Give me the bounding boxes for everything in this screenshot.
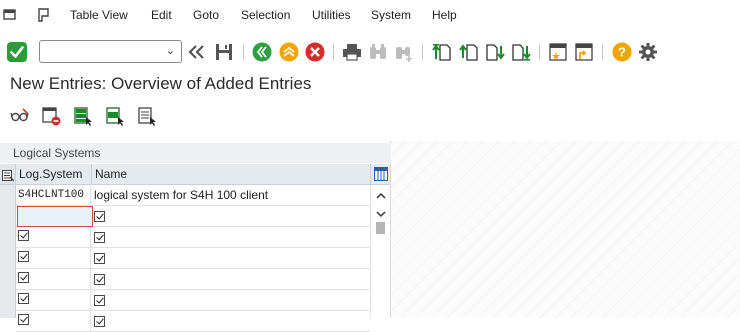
- last-page-icon[interactable]: [510, 41, 532, 63]
- page-title: New Entries: Overview of Added Entries: [10, 74, 312, 93]
- menu-table-view[interactable]: Table View: [70, 0, 128, 31]
- checkbox-icon: [94, 295, 105, 306]
- cell-log-system[interactable]: [16, 227, 91, 247]
- toolbar-separator: [422, 44, 423, 60]
- create-session-icon[interactable]: [547, 41, 569, 63]
- back-double-icon[interactable]: [186, 41, 208, 63]
- command-field[interactable]: ⌄: [39, 40, 182, 63]
- save-icon[interactable]: [213, 41, 235, 63]
- cell-name[interactable]: logical system for S4H 100 client: [92, 185, 370, 205]
- menu-utilities[interactable]: Utilities: [312, 0, 351, 31]
- vertical-scrollbar[interactable]: [370, 185, 390, 318]
- cell-name[interactable]: [92, 248, 370, 268]
- cell-name[interactable]: [92, 269, 370, 289]
- cell-log-system[interactable]: S4HCLNT100: [16, 185, 91, 205]
- menu-help[interactable]: Help: [432, 0, 457, 31]
- cell-name[interactable]: [92, 227, 370, 247]
- cell-name[interactable]: [92, 290, 370, 310]
- column-header-name[interactable]: Name: [92, 164, 370, 185]
- row-selector-column[interactable]: [0, 185, 16, 318]
- toolbar-separator: [602, 44, 603, 60]
- menu-system[interactable]: System: [371, 0, 411, 31]
- table-row: [16, 248, 370, 269]
- find-icon[interactable]: [367, 41, 389, 63]
- checkbox-icon: [18, 293, 29, 304]
- help-icon[interactable]: ?: [611, 41, 633, 63]
- deselect-all-icon[interactable]: [136, 105, 158, 127]
- select-block-icon[interactable]: [104, 105, 126, 127]
- active-input-cell[interactable]: [17, 206, 93, 227]
- column-header-log-system[interactable]: Log.System: [16, 164, 92, 185]
- generate-shortcut-icon[interactable]: [573, 41, 595, 63]
- next-page-icon[interactable]: [484, 41, 506, 63]
- checkbox-icon: [18, 314, 29, 325]
- table-row: [16, 290, 370, 311]
- cell-log-system[interactable]: [16, 311, 91, 331]
- empty-area: [391, 141, 740, 318]
- menu-toggle-icon[interactable]: [2, 7, 18, 23]
- delete-icon[interactable]: [40, 105, 62, 127]
- menubar: Table View Edit Goto Selection Utilities…: [0, 0, 740, 31]
- table-row: [16, 227, 370, 248]
- cell-name[interactable]: [92, 206, 370, 226]
- checkbox-icon: [94, 232, 105, 243]
- checkbox-icon: [18, 272, 29, 283]
- toolbar-separator: [333, 44, 334, 60]
- enter-icon[interactable]: [6, 41, 28, 63]
- checkbox-icon: [94, 253, 105, 264]
- cell-log-system[interactable]: [16, 269, 91, 289]
- print-icon[interactable]: [341, 41, 363, 63]
- scroll-up-icon[interactable]: [376, 189, 386, 203]
- application-toolbar: [0, 105, 200, 129]
- menu-selection[interactable]: Selection: [241, 0, 290, 31]
- menu-edit[interactable]: Edit: [151, 0, 172, 31]
- table-title: Logical Systems: [0, 143, 391, 163]
- scroll-down-icon[interactable]: [376, 207, 386, 221]
- find-next-icon[interactable]: [393, 41, 415, 63]
- checkbox-icon: [94, 211, 105, 222]
- cell-log-system[interactable]: [16, 248, 91, 268]
- select-all-icon[interactable]: [72, 105, 94, 127]
- scroll-thumb[interactable]: [376, 222, 385, 234]
- checkbox-icon: [18, 230, 29, 241]
- cancel-icon[interactable]: [304, 41, 326, 63]
- table-row: [16, 311, 370, 332]
- table-row: S4HCLNT100 logical system for S4H 100 cl…: [16, 185, 370, 206]
- settings-icon[interactable]: [637, 41, 659, 63]
- svg-text:?: ?: [618, 45, 626, 60]
- toolbar-separator: [243, 44, 244, 60]
- checkbox-icon: [94, 274, 105, 285]
- previous-page-icon[interactable]: [458, 41, 480, 63]
- display-change-icon[interactable]: [9, 105, 31, 127]
- menu-goto[interactable]: Goto: [193, 0, 219, 31]
- first-page-icon[interactable]: [431, 41, 453, 63]
- cell-log-system[interactable]: [16, 290, 91, 310]
- table-row: [16, 269, 370, 290]
- exit-icon[interactable]: [278, 41, 300, 63]
- cell-name[interactable]: [92, 311, 370, 331]
- checkbox-icon: [18, 251, 29, 262]
- select-all-rows-button[interactable]: [0, 164, 16, 185]
- toolbar-separator: [539, 44, 540, 60]
- back-icon[interactable]: [251, 41, 273, 63]
- sap-gui-menu-icon[interactable]: [36, 7, 52, 23]
- table-settings-button[interactable]: [370, 164, 390, 185]
- chevron-down-icon[interactable]: ⌄: [166, 44, 175, 57]
